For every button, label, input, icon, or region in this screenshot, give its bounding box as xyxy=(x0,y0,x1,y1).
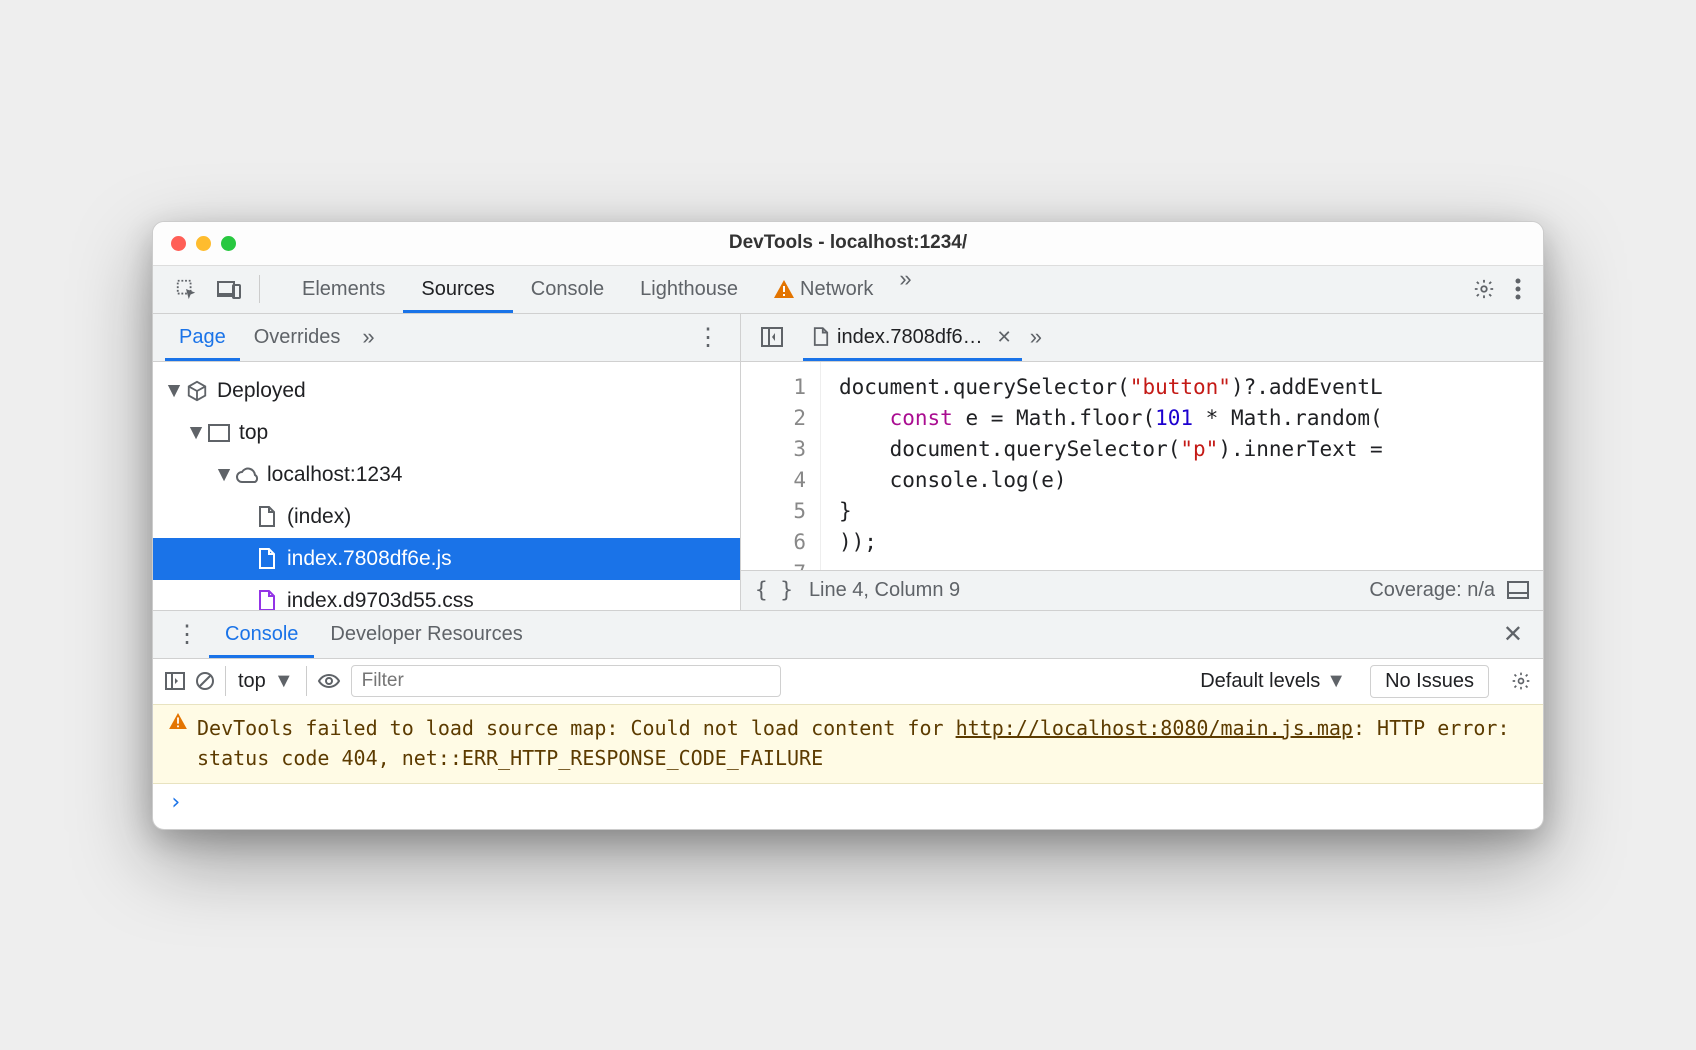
tree-file-css[interactable]: index.d9703d55.css xyxy=(153,580,740,610)
tab-console[interactable]: Console xyxy=(513,266,622,313)
toggle-navigator-icon[interactable] xyxy=(751,327,793,347)
warning-pre: DevTools failed to load source map: Coul… xyxy=(197,716,956,740)
sources-panel: Page Overrides » ⋮ ▼ Deployed ▼ xyxy=(153,314,1543,610)
context-label: top xyxy=(238,670,266,693)
dropdown-caret-icon: ▼ xyxy=(274,670,294,693)
main-toolbar: Elements Sources Console Lighthouse Netw… xyxy=(153,266,1543,314)
editor-tab-active[interactable]: index.7808df6… ✕ xyxy=(803,314,1022,361)
editor-more-tabs-icon[interactable]: » xyxy=(1022,324,1050,350)
inspect-element-icon[interactable] xyxy=(165,272,207,306)
tree-file-js[interactable]: index.7808df6e.js xyxy=(153,538,740,580)
issues-button[interactable]: No Issues xyxy=(1370,665,1489,698)
devtools-window: DevTools - localhost:1234/ Elements Sour… xyxy=(152,221,1544,830)
tab-elements[interactable]: Elements xyxy=(284,266,403,313)
line-gutter: 1234567 xyxy=(741,362,821,570)
tree-file-index[interactable]: (index) xyxy=(153,496,740,538)
document-icon xyxy=(255,548,279,570)
navigator-more-chevron-icon[interactable]: » xyxy=(354,324,382,350)
levels-label: Default levels xyxy=(1200,670,1320,693)
show-drawer-icon[interactable] xyxy=(1507,581,1529,599)
file-tree: ▼ Deployed ▼ top ▼ xyxy=(153,362,740,610)
cube-icon xyxy=(185,380,209,402)
tree-label: Deployed xyxy=(217,379,306,403)
tab-lighthouse[interactable]: Lighthouse xyxy=(622,266,756,313)
clear-console-icon[interactable] xyxy=(195,671,215,691)
navigator-panel: Page Overrides » ⋮ ▼ Deployed ▼ xyxy=(153,314,741,610)
toggle-sidebar-icon[interactable] xyxy=(165,672,185,690)
more-tabs-chevron-icon[interactable]: » xyxy=(891,266,919,313)
collapse-arrow-icon: ▼ xyxy=(215,463,233,487)
tree-label: (index) xyxy=(287,505,351,529)
live-expression-icon[interactable] xyxy=(317,673,341,689)
divider xyxy=(259,275,260,303)
cursor-position: Line 4, Column 9 xyxy=(809,579,960,602)
coverage-status: Coverage: n/a xyxy=(1369,579,1507,602)
editor-tabs: index.7808df6… ✕ » xyxy=(741,314,1543,362)
console-toolbar: top ▼ Default levels ▼ No Issues xyxy=(153,658,1543,704)
collapse-arrow-icon: ▼ xyxy=(187,421,205,445)
minimize-window-button[interactable] xyxy=(196,236,211,251)
tab-network[interactable]: Network xyxy=(756,266,891,313)
tree-origin[interactable]: ▼ localhost:1234 xyxy=(153,454,740,496)
window-title: DevTools - localhost:1234/ xyxy=(153,232,1543,254)
tree-label: localhost:1234 xyxy=(267,463,402,487)
navigator-tabs: Page Overrides » ⋮ xyxy=(153,314,740,362)
device-toolbar-icon[interactable] xyxy=(207,273,251,305)
window-controls xyxy=(171,236,236,251)
tab-network-label: Network xyxy=(800,278,873,301)
navigator-tab-page[interactable]: Page xyxy=(165,314,240,361)
panel-tabs: Elements Sources Console Lighthouse Netw… xyxy=(284,266,920,313)
console-prompt[interactable]: › xyxy=(153,784,1543,829)
code-content[interactable]: document.querySelector("button")?.addEve… xyxy=(821,362,1543,570)
console-warning-row: DevTools failed to load source map: Coul… xyxy=(153,704,1543,784)
document-icon xyxy=(255,506,279,528)
frame-icon xyxy=(207,424,231,442)
console-filter-input[interactable] xyxy=(351,665,781,697)
editor-panel: index.7808df6… ✕ » 1234567 document.quer… xyxy=(741,314,1543,610)
tree-top[interactable]: ▼ top xyxy=(153,412,740,454)
close-window-button[interactable] xyxy=(171,236,186,251)
drawer-kebab-icon[interactable]: ⋮ xyxy=(165,620,209,649)
navigator-tab-overrides[interactable]: Overrides xyxy=(240,314,355,361)
document-icon xyxy=(255,590,279,610)
warning-triangle-icon xyxy=(774,280,794,298)
dropdown-caret-icon: ▼ xyxy=(1326,670,1346,693)
zoom-window-button[interactable] xyxy=(221,236,236,251)
close-tab-icon[interactable]: ✕ xyxy=(997,327,1012,348)
navigator-kebab-icon[interactable]: ⋮ xyxy=(688,323,728,352)
settings-gear-icon[interactable] xyxy=(1463,272,1505,306)
tab-sources[interactable]: Sources xyxy=(403,266,512,313)
log-levels-selector[interactable]: Default levels ▼ xyxy=(1200,670,1346,693)
tree-deployed[interactable]: ▼ Deployed xyxy=(153,370,740,412)
warning-link[interactable]: http://localhost:8080/main.js.map xyxy=(956,716,1353,740)
tree-label: top xyxy=(239,421,268,445)
kebab-menu-icon[interactable] xyxy=(1505,272,1531,306)
drawer-tab-console[interactable]: Console xyxy=(209,611,314,658)
collapse-arrow-icon: ▼ xyxy=(165,379,183,403)
tree-label: index.7808df6e.js xyxy=(287,547,452,571)
code-editor[interactable]: 1234567 document.querySelector("button")… xyxy=(741,362,1543,570)
pretty-print-icon[interactable]: { } xyxy=(755,578,809,602)
tree-label: index.d9703d55.css xyxy=(287,589,474,610)
document-icon xyxy=(813,327,829,347)
editor-statusbar: { } Line 4, Column 9 Coverage: n/a xyxy=(741,570,1543,610)
warning-triangle-icon xyxy=(169,713,187,773)
cloud-icon xyxy=(235,466,259,484)
context-selector[interactable]: top ▼ xyxy=(225,666,307,696)
drawer-tabs: ⋮ Console Developer Resources ✕ xyxy=(153,610,1543,658)
editor-tab-label: index.7808df6… xyxy=(837,326,983,349)
close-drawer-icon[interactable]: ✕ xyxy=(1495,620,1531,649)
console-settings-gear-icon[interactable] xyxy=(1511,671,1531,691)
drawer-tab-devresources[interactable]: Developer Resources xyxy=(314,611,538,658)
warning-text: DevTools failed to load source map: Coul… xyxy=(197,713,1527,773)
titlebar: DevTools - localhost:1234/ xyxy=(153,222,1543,266)
